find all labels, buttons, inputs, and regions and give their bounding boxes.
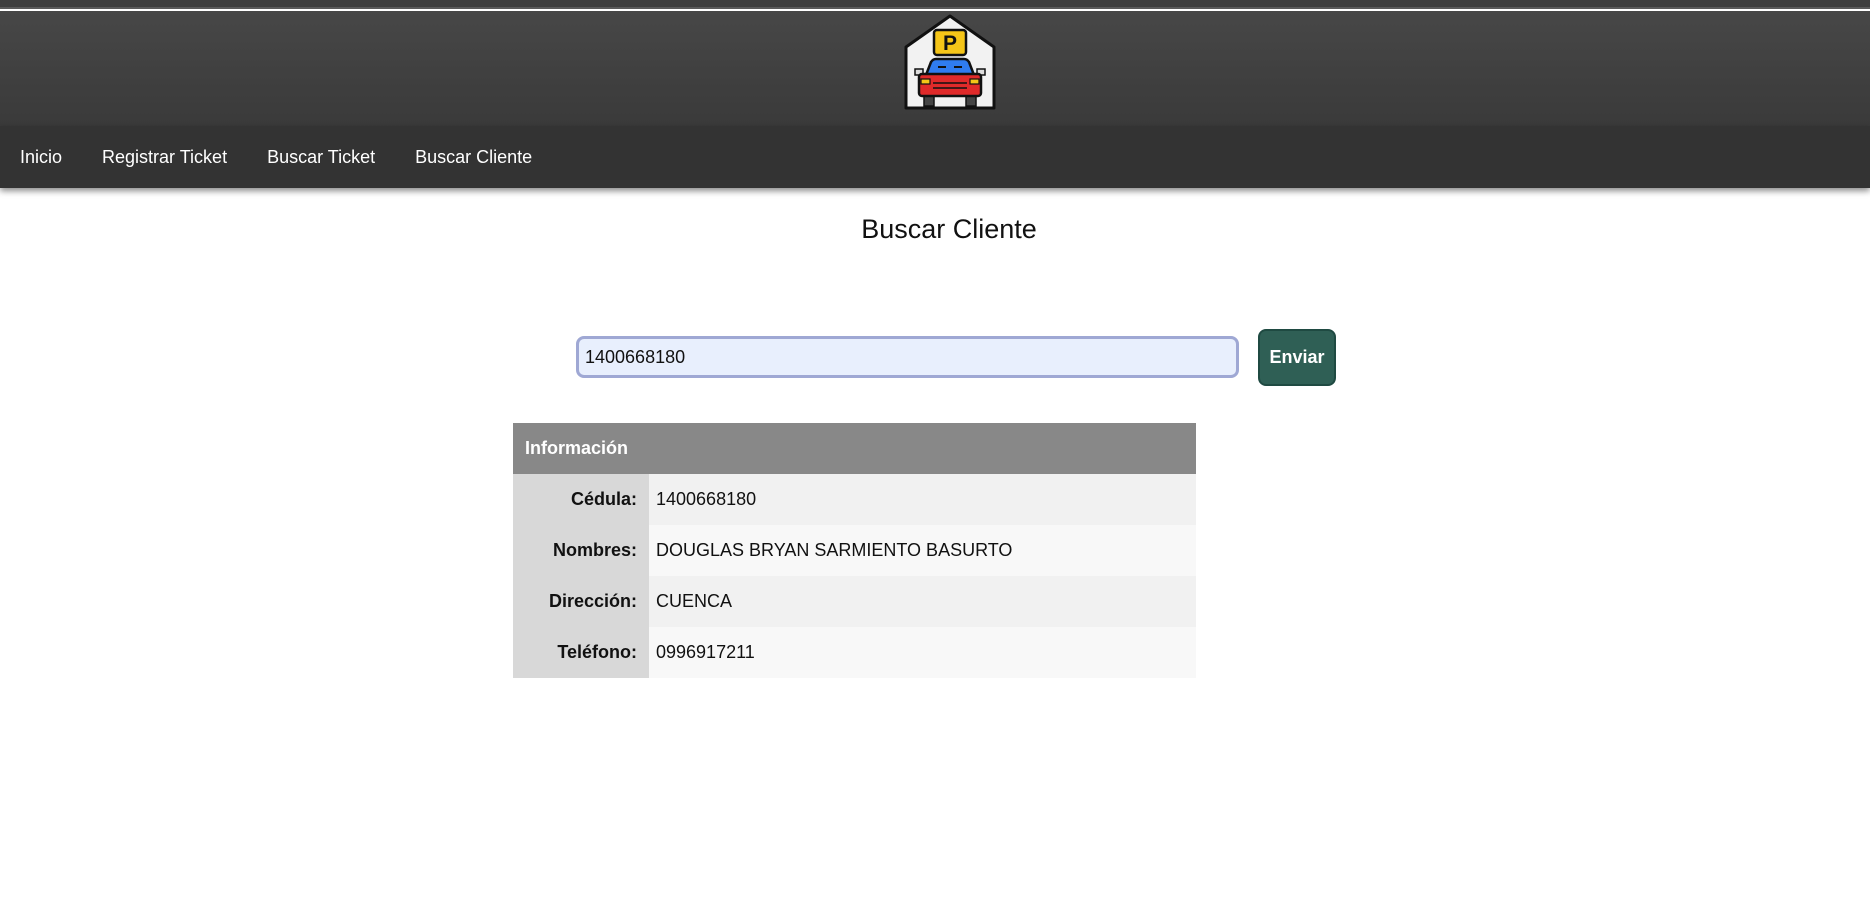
nav-registrar-ticket[interactable]: Registrar Ticket [82, 147, 247, 168]
cedula-search-input[interactable] [576, 336, 1239, 378]
nombres-label: Nombres: [513, 525, 649, 576]
table-row: Teléfono: 0996917211 [513, 627, 1196, 678]
telefono-value: 0996917211 [649, 627, 1196, 678]
page-title: Buscar Cliente [861, 214, 1037, 244]
nombres-value: DOUGLAS BRYAN SARMIENTO BASURTO [649, 525, 1196, 576]
direccion-value: CUENCA [649, 576, 1196, 627]
main-nav: Inicio Registrar Ticket Buscar Ticket Bu… [0, 126, 1870, 188]
table-row: Dirección: CUENCA [513, 576, 1196, 627]
nav-buscar-ticket[interactable]: Buscar Ticket [247, 147, 395, 168]
send-button[interactable]: Enviar [1258, 329, 1336, 386]
logo-letter: P [943, 32, 957, 55]
nav-inicio[interactable]: Inicio [0, 147, 82, 168]
telefono-label: Teléfono: [513, 627, 649, 678]
client-info-table: Información Cédula: 1400668180 Nombres: … [513, 423, 1196, 678]
table-row: Cédula: 1400668180 [513, 474, 1196, 525]
cedula-value: 1400668180 [649, 474, 1196, 525]
parking-garage-car-icon: P [904, 14, 996, 110]
top-border [0, 0, 1870, 9]
cedula-label: Cédula: [513, 474, 649, 525]
nav-buscar-cliente[interactable]: Buscar Cliente [395, 147, 552, 168]
table-row: Nombres: DOUGLAS BRYAN SARMIENTO BASURTO [513, 525, 1196, 576]
direccion-label: Dirección: [513, 576, 649, 627]
info-table-header: Información [513, 423, 1196, 474]
header-banner: P [0, 11, 1870, 126]
